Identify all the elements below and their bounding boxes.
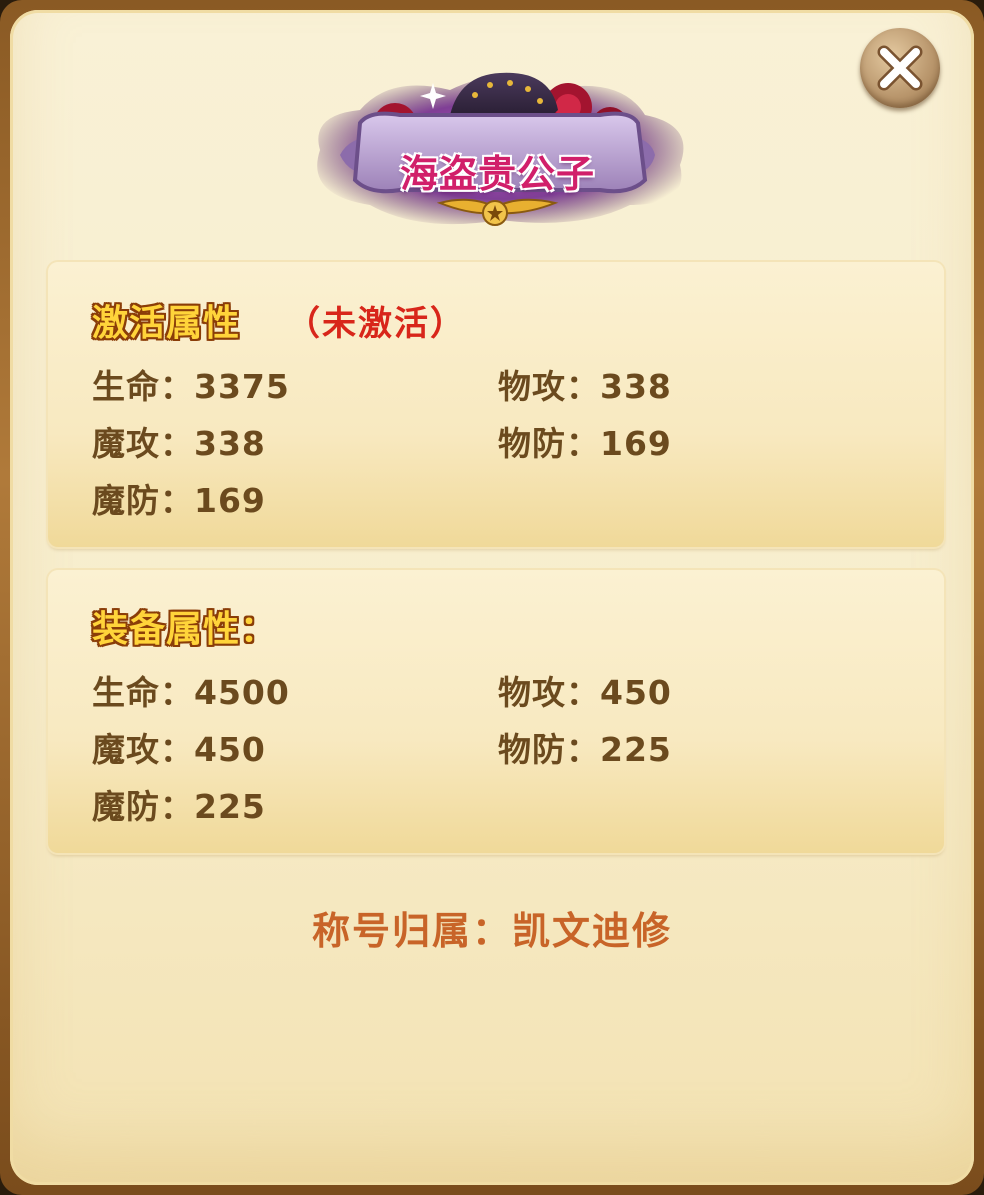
title-badge-text: 海盗贵公子 — [399, 152, 595, 196]
title-owner-label: 称号归属： — [311, 909, 512, 953]
stat-label: 物攻： — [498, 673, 600, 712]
stat-value: 225 — [194, 787, 266, 826]
stat-physical-defense: 物防：225 — [498, 723, 672, 771]
stat-value: 450 — [194, 730, 266, 769]
close-icon — [877, 45, 923, 91]
stat-value: 338 — [194, 424, 266, 463]
stat-magic-attack: 魔攻：450 — [92, 723, 266, 771]
stat-physical-attack: 物攻：338 — [498, 360, 672, 408]
stat-hp: 生命：4500 — [92, 666, 290, 714]
close-button[interactable] — [860, 28, 940, 108]
stat-label: 魔攻： — [92, 730, 194, 769]
inactive-status: （未激活） — [286, 304, 466, 344]
title-owner: 称号归属：凯文迪修 — [0, 900, 984, 955]
stat-value: 169 — [600, 424, 672, 463]
stat-label: 物攻： — [498, 367, 600, 406]
stat-value: 169 — [194, 481, 266, 520]
stat-hp: 生命：3375 — [92, 360, 290, 408]
stat-value: 4500 — [194, 673, 290, 712]
stat-value: 338 — [600, 367, 672, 406]
title-owner-name: 凯文迪修 — [512, 909, 673, 953]
stat-label: 生命： — [92, 673, 194, 712]
title-badge: 海盗贵公子 — [300, 55, 695, 235]
stat-label: 物防： — [498, 730, 600, 769]
stat-label: 物防： — [498, 424, 600, 463]
stat-value: 3375 — [194, 367, 290, 406]
equip-attributes-heading: 装备属性： — [92, 609, 278, 650]
stat-physical-attack: 物攻：450 — [498, 666, 672, 714]
equip-attributes-box: 装备属性： 生命：4500 物攻：450 魔攻：450 物防：225 魔防：22… — [48, 570, 944, 853]
activate-attributes-heading: 激活属性 — [92, 303, 241, 344]
stat-label: 生命： — [92, 367, 194, 406]
stat-value: 225 — [600, 730, 672, 769]
stat-value: 450 — [600, 673, 672, 712]
stat-magic-defense: 魔防：169 — [92, 474, 266, 522]
stat-magic-attack: 魔攻：338 — [92, 417, 266, 465]
stat-physical-defense: 物防：169 — [498, 417, 672, 465]
stat-magic-defense: 魔防：225 — [92, 780, 266, 828]
stat-label: 魔防： — [92, 481, 194, 520]
stat-label: 魔攻： — [92, 424, 194, 463]
activate-attributes-box: 激活属性 （未激活） 生命：3375 物攻：338 魔攻：338 物防：169 … — [48, 262, 944, 547]
stat-label: 魔防： — [92, 787, 194, 826]
